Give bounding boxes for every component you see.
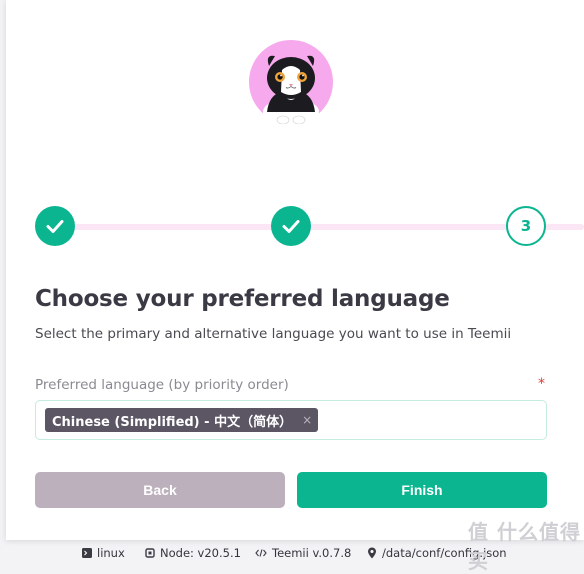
footer-node: Node: v20.5.1 bbox=[145, 546, 241, 560]
page-subtitle: Select the primary and alternative langu… bbox=[35, 326, 512, 342]
progress-stepper: 3 bbox=[6, 206, 584, 250]
step-1-completed[interactable] bbox=[35, 206, 75, 246]
step-3-active[interactable]: 3 bbox=[506, 206, 546, 246]
chip-label: Chinese (Simplified) - 中文（简体） bbox=[52, 414, 293, 430]
watermark-text: 值 什么值得买 bbox=[468, 520, 581, 573]
chip-icon bbox=[145, 548, 155, 558]
finish-button[interactable]: Finish bbox=[297, 472, 547, 508]
location-pin-icon bbox=[368, 547, 376, 559]
cat-avatar bbox=[249, 40, 333, 124]
language-multiselect[interactable]: Chinese (Simplified) - 中文（简体） × bbox=[35, 400, 547, 440]
watermark: 值 什么值得买 bbox=[468, 516, 584, 574]
page-title: Choose your preferred language bbox=[35, 286, 450, 312]
back-button[interactable]: Back bbox=[35, 472, 285, 508]
step-2-completed[interactable] bbox=[271, 206, 311, 246]
required-marker: * bbox=[538, 376, 545, 392]
selected-language-chip: Chinese (Simplified) - 中文（简体） × bbox=[45, 408, 319, 432]
footer-os: linux bbox=[82, 546, 125, 560]
check-icon bbox=[46, 220, 64, 233]
footer-os-text: linux bbox=[97, 546, 125, 560]
footer-version: Teemii v.0.7.8 bbox=[255, 546, 351, 560]
terminal-icon bbox=[82, 548, 92, 558]
language-field-label: Preferred language (by priority order) bbox=[35, 377, 289, 393]
footer-version-text: Teemii v.0.7.8 bbox=[272, 546, 352, 560]
code-icon bbox=[255, 549, 267, 557]
check-icon bbox=[282, 220, 300, 233]
chip-remove-icon[interactable]: × bbox=[302, 413, 312, 427]
stepper-track bbox=[56, 224, 584, 230]
footer-node-text: Node: v20.5.1 bbox=[160, 546, 241, 560]
setup-card: 3 Choose your preferred language Select … bbox=[6, 0, 584, 540]
step-3-number: 3 bbox=[520, 217, 532, 235]
